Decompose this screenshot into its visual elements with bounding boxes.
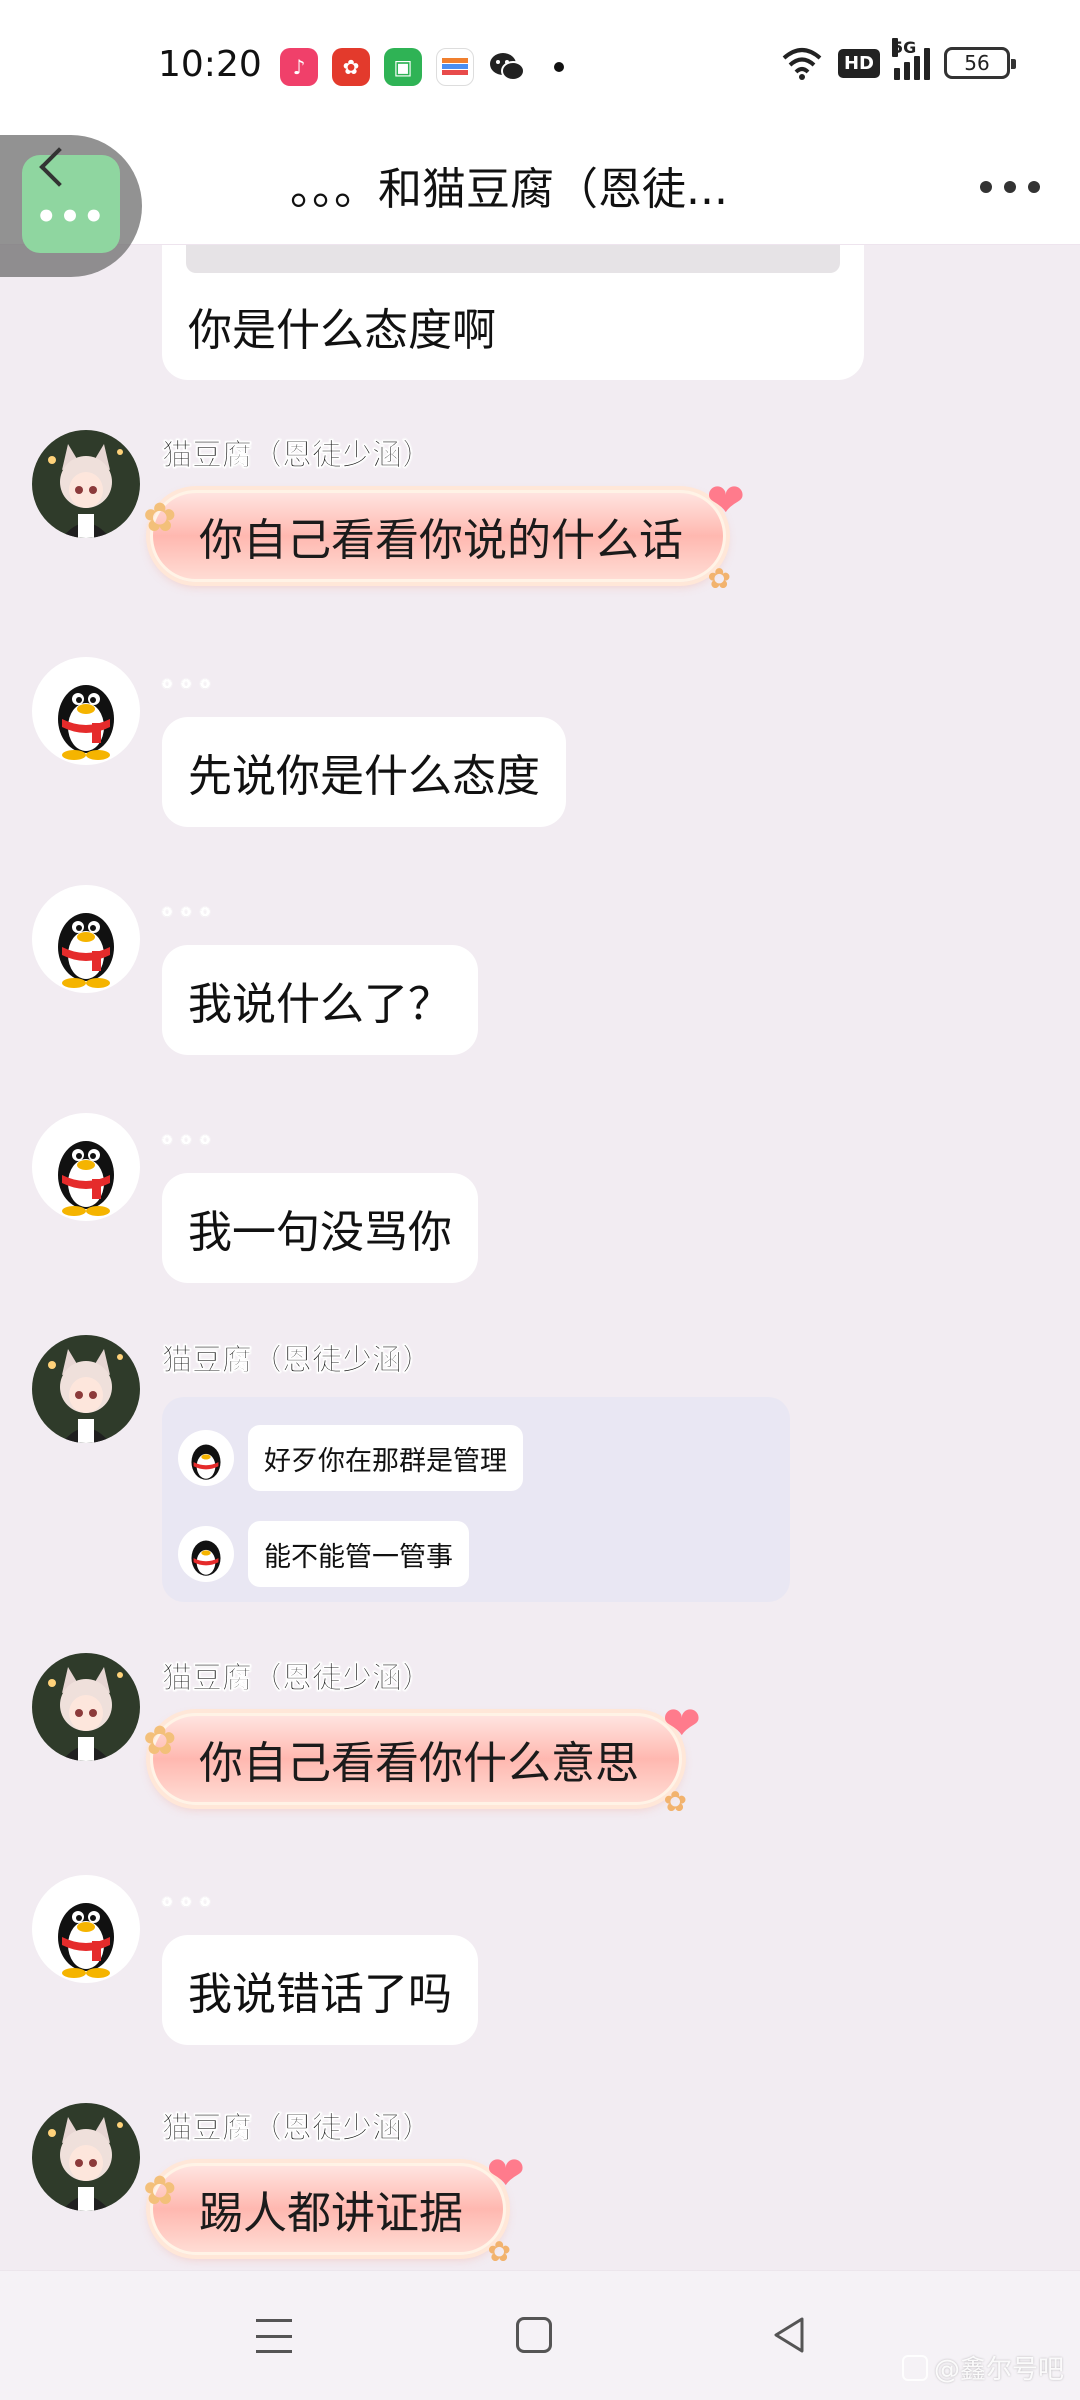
forwarded-row: 好歹你在那群是管理 bbox=[178, 1425, 523, 1491]
message-bubble[interactable]: 你是什么态度啊 bbox=[162, 245, 864, 380]
sender-name: 。。。 bbox=[162, 1881, 233, 1912]
message-list[interactable]: 你是什么态度啊 猫豆腐（恩徒少涵） ✿ 你自己看看你说的什么话 ❤ ✿ 。。。 … bbox=[0, 245, 1080, 2270]
message-bubble[interactable]: 我说什么了？ bbox=[162, 945, 478, 1055]
message-bubble[interactable]: ✿ 你自己看看你什么意思 ❤ ✿ bbox=[143, 1696, 701, 1818]
watermark-text: @鑫尔号吧 bbox=[933, 2355, 1064, 2385]
flower-icon: ✿ bbox=[143, 2168, 177, 2214]
music-app-icon: ♪ bbox=[280, 48, 318, 86]
flower-icon: ✿ bbox=[143, 1718, 177, 1764]
message-text: 你自己看看你说的什么话 bbox=[199, 515, 683, 566]
assist-dots-icon: ••• bbox=[35, 197, 107, 237]
avatar-penguin[interactable] bbox=[32, 657, 140, 765]
signal-icon: 5G bbox=[892, 38, 930, 80]
message-bubble[interactable]: 先说你是什么态度 bbox=[162, 717, 566, 827]
battery-icon: 56 bbox=[944, 47, 1016, 79]
message-text: 你自己看看你什么意思 bbox=[199, 1738, 639, 1789]
hd-badge: HD bbox=[837, 48, 880, 78]
wifi-icon bbox=[782, 48, 822, 80]
heart-icon: ❤ bbox=[706, 473, 745, 527]
cat-paw-icon: ✿ bbox=[663, 1785, 687, 1818]
heart-icon: ❤ bbox=[662, 1696, 701, 1750]
message-text: 你是什么态度啊 bbox=[188, 305, 496, 356]
sender-name: 。。。 bbox=[162, 1119, 233, 1150]
avatar-penguin[interactable] bbox=[32, 885, 140, 993]
message-bubble[interactable]: 我说错话了吗 bbox=[162, 1935, 478, 2045]
avatar-cat-girl[interactable] bbox=[32, 430, 140, 538]
notification-icons: ♪ ✿ ▣ bbox=[280, 48, 564, 86]
avatar-cat-girl[interactable] bbox=[32, 1335, 140, 1443]
avatar-penguin-small bbox=[178, 1526, 234, 1582]
avatar-penguin[interactable] bbox=[32, 1875, 140, 1983]
sender-name: 猫豆腐（恩徒少涵） bbox=[162, 438, 433, 474]
heart-icon: ❤ bbox=[486, 2146, 525, 2200]
recent-apps-icon[interactable] bbox=[256, 2319, 292, 2353]
forwarded-row: 能不能管一管事 bbox=[178, 1521, 469, 1587]
avatar-penguin[interactable] bbox=[32, 1113, 140, 1221]
more-dots-icon[interactable] bbox=[980, 167, 1040, 207]
message-bubble[interactable]: ✿ 你自己看看你说的什么话 ❤ ✿ bbox=[143, 473, 745, 595]
message-text: 我说错话了吗 bbox=[188, 1969, 452, 2020]
forwarded-text: 好歹你在那群是管理 bbox=[248, 1425, 523, 1491]
message-bubble[interactable]: 我一句没骂你 bbox=[162, 1173, 478, 1283]
nav-back-icon[interactable] bbox=[770, 2315, 810, 2355]
watermark-icon bbox=[901, 2354, 928, 2381]
system-indicators: HD 5G 56 bbox=[780, 38, 1016, 80]
status-time: 10:20 bbox=[158, 44, 262, 85]
avatar-cat-girl[interactable] bbox=[32, 1653, 140, 1761]
sender-name: 猫豆腐（恩徒少涵） bbox=[162, 1343, 433, 1379]
wechat-icon bbox=[488, 48, 526, 86]
sender-name: 猫豆腐（恩徒少涵） bbox=[162, 1661, 433, 1697]
message-text: 我一句没骂你 bbox=[188, 1207, 452, 1258]
bag-app-icon: ▣ bbox=[384, 48, 422, 86]
quoted-reply-block bbox=[186, 245, 840, 273]
status-bar: 10:20 ♪ ✿ ▣ HD 5G 56 bbox=[0, 0, 1080, 135]
cat-paw-icon: ✿ bbox=[707, 562, 731, 595]
system-nav-bar: @鑫尔号吧 bbox=[0, 2270, 1080, 2400]
chat-title: 。。。和猫豆腐（恩徒... bbox=[290, 164, 728, 215]
watermark: @鑫尔号吧 bbox=[901, 2349, 1064, 2386]
flower-icon: ✿ bbox=[143, 495, 177, 541]
avatar-cat-girl[interactable] bbox=[32, 2103, 140, 2211]
forwarded-text: 能不能管一管事 bbox=[248, 1521, 469, 1587]
sender-name: 。。。 bbox=[162, 663, 233, 694]
message-text: 踢人都讲证据 bbox=[199, 2188, 463, 2239]
more-notifications-dot bbox=[554, 62, 564, 72]
avatar-penguin-small bbox=[178, 1430, 234, 1486]
cat-paw-icon: ✿ bbox=[487, 2235, 511, 2268]
wallet-app-icon bbox=[436, 48, 474, 86]
shopping-app-icon: ✿ bbox=[332, 48, 370, 86]
message-text: 我说什么了？ bbox=[188, 979, 452, 1030]
message-bubble[interactable]: ✿ 踢人都讲证据 ❤ ✿ bbox=[143, 2146, 525, 2268]
forwarded-chat-card[interactable]: 好歹你在那群是管理 能不能管一管事 bbox=[162, 1397, 790, 1602]
sender-name: 猫豆腐（恩徒少涵） bbox=[162, 2111, 433, 2147]
chat-header: ••• 。。。和猫豆腐（恩徒... bbox=[0, 135, 1080, 277]
home-icon[interactable] bbox=[516, 2317, 552, 2353]
message-text: 先说你是什么态度 bbox=[188, 751, 540, 802]
sender-name: 。。。 bbox=[162, 891, 233, 922]
back-button[interactable]: ••• bbox=[0, 135, 142, 277]
